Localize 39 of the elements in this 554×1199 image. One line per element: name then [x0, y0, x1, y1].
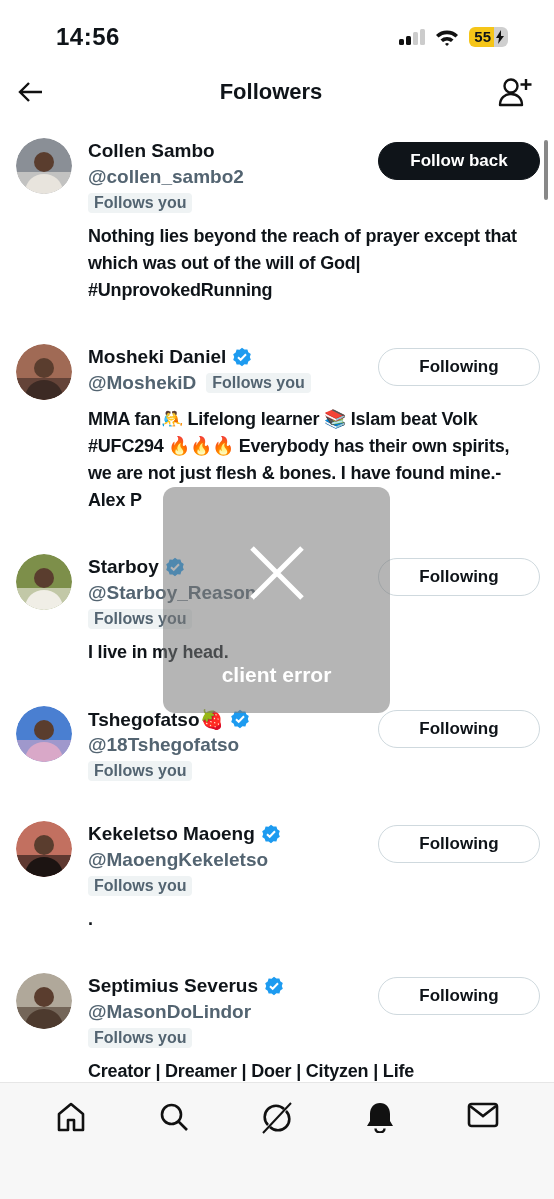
add-person-icon[interactable]: [498, 77, 532, 107]
following-button[interactable]: Following: [378, 710, 540, 748]
user-handle: @MasonDoLindor: [88, 1000, 252, 1024]
user-bio: I live in my head.: [88, 641, 230, 664]
following-button[interactable]: Following: [378, 977, 540, 1015]
wifi-icon: [435, 28, 460, 46]
battery-level: 55: [469, 27, 494, 47]
back-arrow-icon[interactable]: [18, 81, 44, 103]
error-message: client error: [221, 663, 332, 687]
following-button[interactable]: Following: [378, 348, 540, 386]
user-bio: Nothing lies beyond the reach of prayer except that which was out of the will of God| #UnprovokedRunning: [88, 225, 518, 302]
user-bio: .: [88, 908, 94, 931]
page-title: Followers: [219, 79, 323, 105]
following-button[interactable]: Following: [378, 825, 540, 863]
signal-icon: [399, 29, 426, 45]
follows-you-label: Follows you: [88, 761, 193, 781]
follows-you-label: Follows you: [88, 1028, 193, 1048]
user-name[interactable]: Starboy: [88, 556, 159, 578]
clock-time: 14:56: [56, 23, 120, 51]
user-name[interactable]: Collen Sambo: [88, 140, 215, 162]
user-bio: MMA fan🤼 Lifelong learner 📚 Islam beat Volk #UFC294 🔥🔥🔥 Everybody has their own spirits, we are not just flesh & bones. I have found mine.- Alex P: [88, 408, 511, 512]
user-handle: @MoshekiD: [88, 371, 197, 395]
scroll-indicator: [544, 140, 548, 200]
follows-you-label: Follows you: [88, 193, 193, 213]
mail-icon[interactable]: [465, 1101, 500, 1129]
follows-you-label: Follows you: [88, 876, 193, 896]
user-name[interactable]: Kekeletso Maoeng: [88, 823, 255, 845]
following-button[interactable]: Following: [378, 558, 540, 596]
user-handle: @18Tshegofatso: [88, 733, 240, 757]
user-handle: @MaoengKekeletso: [88, 848, 269, 872]
slashed-circle-icon[interactable]: [260, 1101, 294, 1135]
user-handle: @collen_sambo2: [88, 165, 244, 189]
user-bio: Creator | Dreamer | Doer | Cityzen | Life: [88, 1060, 416, 1083]
follows-you-label: Follows you: [206, 373, 311, 393]
charging-bolt-icon: [494, 27, 508, 47]
user-name[interactable]: Septimius Severus: [88, 975, 259, 997]
follow-back-button[interactable]: Follow back: [378, 142, 540, 180]
user-name[interactable]: Mosheki Daniel: [88, 346, 227, 368]
user-name[interactable]: Tshegofatso🍓: [88, 707, 224, 731]
